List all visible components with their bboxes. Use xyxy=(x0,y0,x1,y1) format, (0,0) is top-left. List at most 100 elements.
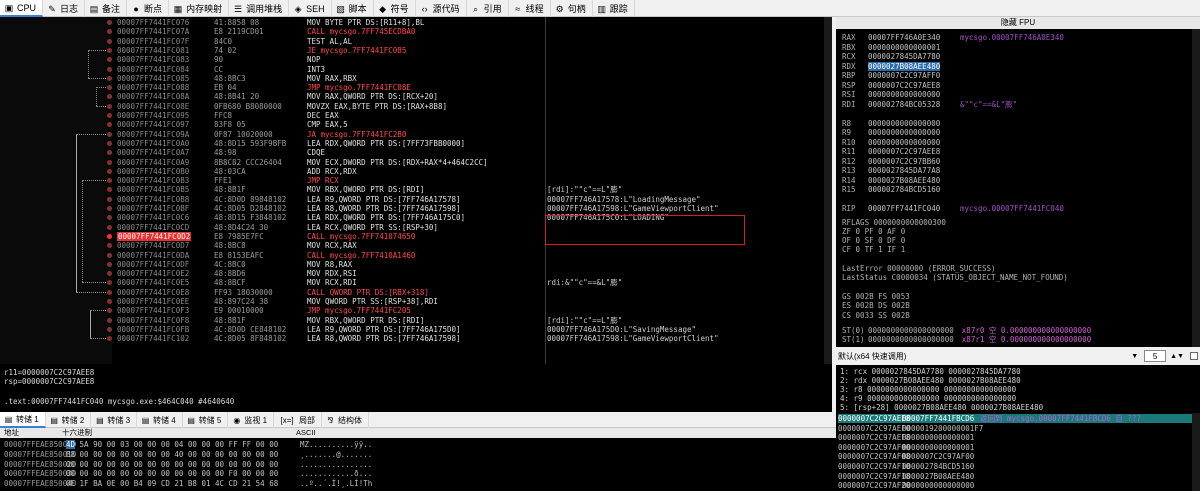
registers-pane[interactable]: 隐藏 FPU RAX 00007FF746A0E340 mycsgo.00007FF… xyxy=(836,17,1200,347)
disasm-row[interactable]: 00007FF7441FC088 EB 04 JMP mycsgo.7FF7441F… xyxy=(0,83,832,92)
register-value[interactable]: 0000000000000001 xyxy=(868,43,940,52)
register-value[interactable]: 0000000000000000 xyxy=(868,128,940,137)
registers-scrollbar[interactable] xyxy=(1192,29,1200,347)
breakpoint-dot-icon[interactable] xyxy=(107,85,112,91)
breakpoint-dot-icon[interactable] xyxy=(107,187,112,193)
breakpoint-dot-icon[interactable] xyxy=(107,326,112,332)
tab-threads[interactable]: ≈ 线程 xyxy=(509,0,551,17)
breakpoint-dot-icon[interactable] xyxy=(107,103,112,109)
breakpoint-dot-icon[interactable] xyxy=(107,66,112,72)
register-row[interactable]: RBX 0000000000000001 xyxy=(842,43,940,52)
register-value[interactable]: 0000000000000000 xyxy=(868,119,940,128)
register-row[interactable]: RDI 000002784BC05328 &""c"==&L"膨" xyxy=(842,100,1017,109)
memory-dump-pane[interactable]: 地址 十六进制 ASCII 00007FFEAE850000 4D 5A 90 0… xyxy=(0,428,836,491)
register-value[interactable]: 0000007C2C97BB60 xyxy=(868,157,940,166)
disasm-row[interactable]: 00007FF7441FC085 48:8BC3 MOV RAX,RBX xyxy=(0,74,832,83)
breakpoint-dot-icon[interactable] xyxy=(107,280,112,286)
stack-row[interactable]: 0000007C2C97AF200000000000000000 xyxy=(838,481,1192,490)
breakpoint-dot-icon[interactable] xyxy=(107,168,112,174)
stack-row[interactable]: 0000007C2C97AF180000027B08AEE480 xyxy=(838,472,1192,481)
register-row[interactable]: RBP 0000007C2C97AFF0 xyxy=(842,71,940,80)
disasm-row[interactable]: 00007FF7441FC07F 84C0 TEST AL,AL xyxy=(0,37,832,46)
register-row[interactable]: R15 000002784BCD5160 xyxy=(842,185,940,194)
breakpoint-dot-icon[interactable] xyxy=(107,47,112,53)
register-value[interactable]: 00007FF746A0E340 xyxy=(868,33,940,42)
breakpoint-dot-icon[interactable] xyxy=(107,20,112,25)
register-row[interactable]: R14 0000027B08AEE480 xyxy=(842,176,940,185)
register-row[interactable]: R8 0000000000000000 xyxy=(842,119,940,128)
register-row[interactable]: R11 0000007C2C97AEE8 xyxy=(842,147,940,156)
breakpoint-dot-icon[interactable] xyxy=(107,308,112,314)
register-value[interactable]: 0000027B08AEE480 xyxy=(868,176,940,185)
disasm-row[interactable]: 00007FF7441FC081 74 02 JE mycsgo.7FF7441FC… xyxy=(0,46,832,55)
breakpoint-dot-icon[interactable] xyxy=(107,150,112,156)
arg-count-spinner[interactable]: 5 xyxy=(1144,350,1167,362)
dump-col-ascii[interactable]: ASCII xyxy=(296,428,316,438)
dump-row[interactable]: 00007FFEAE850000 4D 5A 90 00 03 00 00 00 … xyxy=(4,440,372,449)
spinner-arrows-icon[interactable]: ▲▼ xyxy=(1170,353,1184,360)
breakpoint-dot-icon[interactable] xyxy=(107,252,112,258)
disasm-row[interactable]: 00007FF7441FC084 CC INT3 xyxy=(0,65,832,74)
disasm-row[interactable]: 00007FF7441FC0B3 FFE1 JMP RCX xyxy=(0,176,832,185)
breakpoint-dot-icon[interactable] xyxy=(107,271,112,277)
tab-dump-4[interactable]: ▤ 转储 4 xyxy=(137,412,183,428)
disasm-row[interactable]: 00007FF7441FC0F8 48:8B1F MOV RBX,QWORD PTR… xyxy=(0,316,832,325)
tab-handles[interactable]: ⚙ 句柄 xyxy=(551,0,593,17)
fpu-register-row[interactable]: ST(1) 0000000000000000000 x87r1 空 0.000000… xyxy=(842,335,1091,344)
breakpoint-dot-icon[interactable] xyxy=(107,289,112,295)
disasm-row[interactable]: 00007FF7441FC0B8 4C:8D0D 89848102 LEA R9,Q… xyxy=(0,195,832,204)
breakpoint-dot-icon[interactable] xyxy=(107,75,112,81)
tab-dump-3[interactable]: ▤ 转储 3 xyxy=(91,412,138,428)
tab-memory-map[interactable]: ▦ 内存映射 xyxy=(169,0,230,17)
tab-call-stack[interactable]: ☰ 调用堆栈 xyxy=(229,0,290,17)
register-row[interactable]: R10 0000000000000000 xyxy=(842,138,940,147)
tab-log[interactable]: ✎ 日志 xyxy=(43,0,86,17)
tab-locals-7[interactable]: [x=] 局部 xyxy=(274,412,323,428)
tab-trace[interactable]: ▥ 跟踪 xyxy=(593,0,635,17)
stack-row[interactable]: 0000007C2C97AEE800007FF7441FBCD6 返回到 mycs… xyxy=(838,414,1192,423)
breakpoint-dot-icon[interactable] xyxy=(107,178,112,184)
disasm-row[interactable]: 00007FF7441FC0F3 E9 00010000 JMP mycsgo.7F… xyxy=(0,306,832,315)
breakpoint-dot-icon[interactable] xyxy=(107,196,112,202)
disassembly-pane[interactable]: 00007FF7441FC076 41:8858 08 MOV BYTE PTR D… xyxy=(0,17,832,364)
tab-dump-5[interactable]: ▤ 转储 5 xyxy=(183,412,229,428)
tab-watch-6[interactable]: ◉ 监视 1 xyxy=(228,412,275,428)
disasm-row[interactable]: 00007FF7441FC0E5 48:8BCF MOV RCX,RDI rdi:&"… xyxy=(0,278,832,287)
register-value[interactable]: 0000027845DA7780 xyxy=(868,52,940,61)
breakpoint-dot-icon[interactable] xyxy=(107,38,112,44)
disasm-row[interactable]: 00007FF7441FC09A 0F87 10020000 JA mycsgo.7… xyxy=(0,130,832,139)
register-value[interactable]: 0000027845DA77A8 xyxy=(868,166,940,175)
dump-row[interactable]: 00007FFEAE850020 00 00 00 00 00 00 00 00 … xyxy=(4,460,372,469)
disasm-row[interactable]: 00007FF7441FC0E2 48:8BD6 MOV RDX,RSI xyxy=(0,269,832,278)
lock-checkbox[interactable] xyxy=(1190,352,1198,360)
disasm-row[interactable]: 00007FF7441FC0B0 48:03CA ADD RCX,RDX xyxy=(0,167,832,176)
stack-row[interactable]: 0000007C2C97AEF80000000000000001 xyxy=(838,433,1192,442)
stack-row[interactable]: 0000007C2C97AEF00000019200000001F7 xyxy=(838,424,1192,433)
disasm-row[interactable]: 00007FF7441FC08E 0FB680 B8080000 MOVZX EAX… xyxy=(0,102,832,111)
disasm-row[interactable]: 00007FF7441FC0B5 48:8B1F MOV RBX,QWORD PTR… xyxy=(0,185,832,194)
stack-scrollbar[interactable] xyxy=(1192,413,1200,491)
register-value[interactable]: 0000000000000000 xyxy=(868,90,940,99)
register-row[interactable]: RSP 0000007C2C97AEE8 xyxy=(842,81,940,90)
breakpoint-dot-icon[interactable] xyxy=(107,159,112,165)
hide-fpu-header[interactable]: 隐藏 FPU xyxy=(836,17,1200,29)
disasm-row[interactable]: 00007FF7441FC0E8 FF93 18030000 CALL QWORD … xyxy=(0,288,832,297)
disasm-row[interactable]: 00007FF7441FC0BF 4C:8D05 D2848102 LEA R8,Q… xyxy=(0,204,832,213)
breakpoint-dot-icon[interactable] xyxy=(107,233,112,239)
fpu-register-row[interactable]: ST(0) 0000000000000000000 x87r0 空 0.000000… xyxy=(842,326,1091,335)
tab-struct-8[interactable]: ⅋ 结构体 xyxy=(322,412,370,428)
dump-col-address[interactable]: 地址 xyxy=(4,428,19,438)
tab-source[interactable]: ‹› 源代码 xyxy=(416,0,467,17)
tab-dump-2[interactable]: ▤ 转储 2 xyxy=(46,412,92,428)
tab-symbols[interactable]: ◆ 符号 xyxy=(374,0,416,17)
disasm-row[interactable]: 00007FF7441FC0A0 48:8D15 593F9BFB LEA RDX,… xyxy=(0,139,832,148)
register-row[interactable]: RDX 0000027B08AEE480 xyxy=(842,61,941,71)
disasm-row[interactable]: 00007FF7441FC0A9 8B8C82 CCC26404 MOV ECX,D… xyxy=(0,158,832,167)
breakpoint-dot-icon[interactable] xyxy=(107,113,112,118)
disasm-row[interactable]: 00007FF7441FC095 FFC8 DEC EAX xyxy=(0,111,832,120)
tab-seh[interactable]: ◈ SEH xyxy=(289,0,332,17)
disasm-row[interactable]: 00007FF7441FC0FB 4C:8D0D CE848102 LEA R9,Q… xyxy=(0,325,832,334)
tab-script[interactable]: ▧ 脚本 xyxy=(332,0,374,17)
breakpoint-dot-icon[interactable] xyxy=(107,243,112,249)
register-row[interactable]: R12 0000007C2C97BB60 xyxy=(842,157,940,166)
